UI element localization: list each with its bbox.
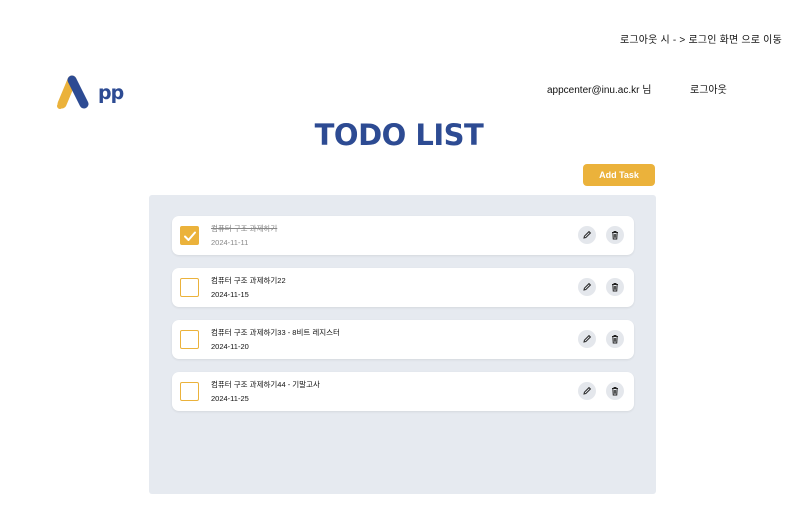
task-date: 2024-11-25	[211, 394, 249, 403]
task-date: 2024-11-15	[211, 290, 249, 299]
edit-task-button[interactable]	[578, 330, 596, 348]
task-item: 컴퓨터 구조 과제하기22 2024-11-15	[172, 268, 634, 307]
page-title: TODO LIST	[314, 118, 484, 152]
task-checkbox[interactable]	[180, 382, 199, 401]
task-checkbox[interactable]	[180, 226, 199, 245]
task-date: 2024-11-20	[211, 342, 249, 351]
task-checkbox[interactable]	[180, 278, 199, 297]
pencil-icon	[583, 334, 592, 343]
pencil-icon	[583, 282, 592, 291]
task-title: 컴퓨터 구조 과제하기22	[211, 276, 286, 285]
task-item: 컴퓨터 구조 과제하기44 - 기말고사 2024-11-25	[172, 372, 634, 411]
edit-task-button[interactable]	[578, 382, 596, 400]
logout-redirect-note: 로그아웃 시 - > 로그인 화면 으로 이동	[619, 35, 782, 46]
task-date: 2024-11-11	[211, 238, 249, 247]
logo-text: pp	[98, 82, 124, 104]
task-title: 컴퓨터 구조 과제하기33 - 8비트 레지스터	[211, 328, 340, 337]
trash-icon	[612, 387, 618, 396]
edit-task-button[interactable]	[578, 226, 596, 244]
delete-task-button[interactable]	[606, 382, 624, 400]
task-checkbox[interactable]	[180, 330, 199, 349]
task-title: 컴퓨터 구조 과제하기44 - 기말고사	[211, 380, 320, 389]
app-logo: pp	[56, 70, 130, 112]
logout-link[interactable]: 로그아웃	[690, 81, 727, 96]
pencil-icon	[583, 230, 592, 239]
trash-icon	[612, 283, 618, 292]
pencil-icon	[583, 386, 592, 395]
add-task-button[interactable]: Add Task	[583, 164, 655, 186]
delete-task-button[interactable]	[606, 278, 624, 296]
task-item: 컴퓨터 구조 과제하기33 - 8비트 레지스터 2024-11-20	[172, 320, 634, 359]
task-item: 컴퓨터 구조 과제하기 2024-11-11	[172, 216, 634, 255]
logo-a-icon	[57, 75, 89, 109]
delete-task-button[interactable]	[606, 330, 624, 348]
edit-task-button[interactable]	[578, 278, 596, 296]
trash-icon	[612, 231, 618, 240]
check-icon	[183, 231, 196, 241]
task-list-panel: 컴퓨터 구조 과제하기 2024-11-11 컴퓨터 구조 과제하기22 202…	[149, 195, 656, 494]
task-title: 컴퓨터 구조 과제하기	[211, 224, 278, 233]
trash-icon	[612, 335, 618, 344]
delete-task-button[interactable]	[606, 226, 624, 244]
user-email: appcenter@inu.ac.kr 님	[547, 85, 652, 96]
